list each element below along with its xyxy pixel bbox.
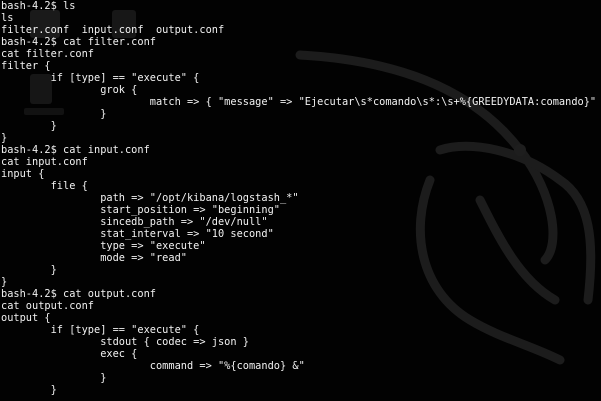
terminal-line: }	[1, 384, 57, 396]
terminal-window[interactable]: bash-4.2$ ls ls filter.conf input.conf o…	[0, 0, 601, 401]
terminal-line: bash-4.2$ cat filter.conf	[1, 36, 156, 48]
terminal-line: input {	[1, 168, 45, 180]
terminal-line: }	[1, 120, 57, 132]
terminal-line: if [type] == "execute" {	[1, 324, 200, 336]
terminal-line: file {	[1, 180, 88, 192]
terminal-line: exec {	[1, 348, 138, 360]
terminal-line: grok {	[1, 84, 138, 96]
terminal-line: sincedb_path => "/dev/null"	[1, 216, 268, 228]
terminal-output: bash-4.2$ ls ls filter.conf input.conf o…	[1, 0, 601, 396]
terminal-line: filter {	[1, 60, 51, 72]
terminal-line: stdout { codec => json }	[1, 336, 249, 348]
terminal-line: bash-4.2$ ls	[1, 0, 76, 12]
terminal-line: match => { "message" => "Ejecutar\s*coma…	[1, 96, 601, 108]
terminal-line: type => "execute"	[1, 240, 206, 252]
terminal-line: cat filter.conf	[1, 48, 94, 60]
terminal-line: bash-4.2$ cat input.conf	[1, 144, 150, 156]
terminal-line: }	[1, 276, 8, 288]
terminal-line: }	[1, 372, 107, 384]
terminal-line: output {	[1, 312, 51, 324]
terminal-line: }	[1, 132, 8, 144]
terminal-line: start_position => "beginning"	[1, 204, 280, 216]
terminal-line: filter.conf input.conf output.conf	[1, 24, 225, 36]
terminal-line: command => "%{comando} &"	[1, 360, 305, 372]
terminal-line: path => "/opt/kibana/logstash_*"	[1, 192, 299, 204]
terminal-line: cat output.conf	[1, 300, 94, 312]
terminal-line: cat input.conf	[1, 156, 88, 168]
terminal-line: stat_interval => "10 second"	[1, 228, 274, 240]
terminal-line: bash-4.2$ cat output.conf	[1, 288, 156, 300]
terminal-line: }	[1, 264, 57, 276]
terminal-line: ls	[1, 12, 14, 24]
terminal-line: mode => "read"	[1, 252, 187, 264]
terminal-line: }	[1, 108, 107, 120]
terminal-line: if [type] == "execute" {	[1, 72, 200, 84]
